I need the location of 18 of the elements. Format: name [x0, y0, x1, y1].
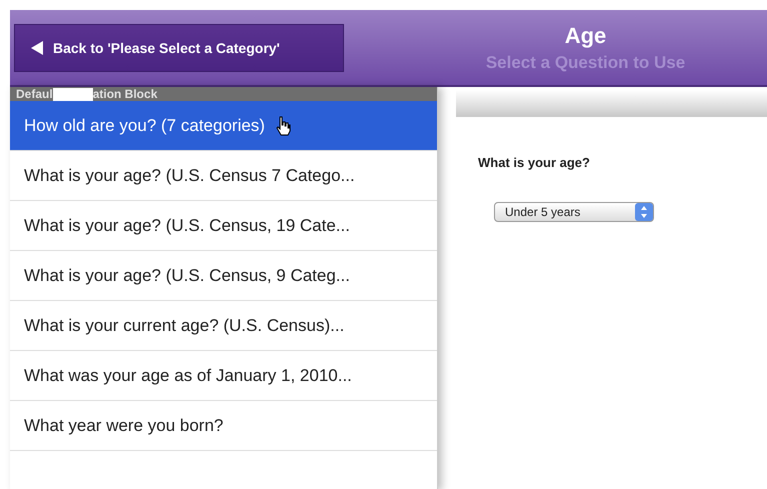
triangle-left-icon [31, 40, 43, 54]
redaction-block [52, 88, 93, 100]
question-item[interactable]: What was your age as of January 1, 2010... [10, 351, 437, 401]
stepper-icon [635, 203, 653, 221]
question-item[interactable] [10, 451, 437, 489]
question-item[interactable]: What is your age? (U.S. Census 7 Catego... [10, 151, 437, 201]
back-button[interactable]: Back to 'Please Select a Category' [14, 24, 344, 72]
block-title: Defaul [16, 87, 53, 101]
page-title: Age [564, 22, 606, 48]
question-item[interactable]: What is your age? (U.S. Census, 9 Categ... [10, 251, 437, 301]
question-item[interactable]: What is your current age? (U.S. Census)... [10, 301, 437, 351]
hand-cursor-icon [274, 116, 291, 136]
question-text: What is your age? [478, 155, 591, 170]
age-dropdown[interactable]: Under 5 years [494, 202, 654, 222]
question-item[interactable]: What is your age? (U.S. Census, 19 Cate... [10, 201, 437, 251]
question-item[interactable]: What year were you born? [10, 401, 437, 451]
block-title: ation Block [92, 87, 158, 101]
question-item[interactable]: How old are you? (7 categories) [10, 101, 437, 151]
